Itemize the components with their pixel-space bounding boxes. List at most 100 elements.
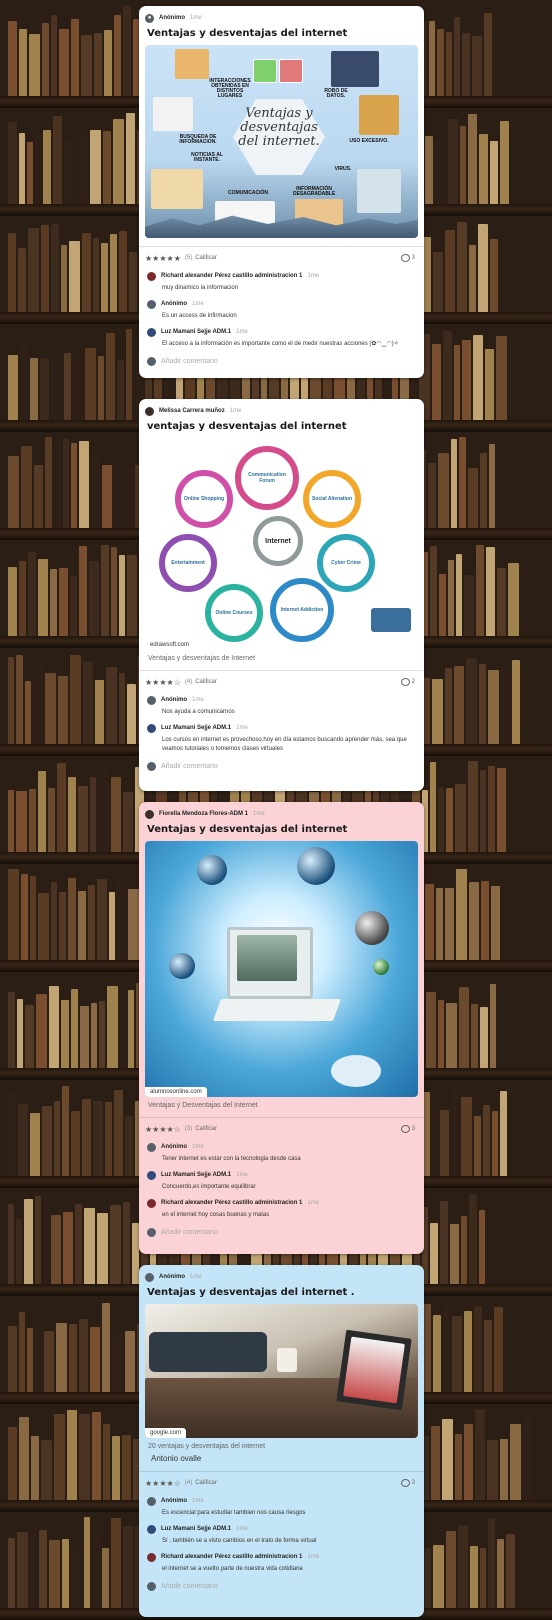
book-spine — [117, 879, 126, 960]
image-source[interactable]: edrawsoft.com — [145, 640, 195, 650]
comment-author[interactable]: Richard alexander Pérez castillo adminis… — [161, 1200, 302, 1206]
image-label: USO EXCESIVO. — [349, 138, 389, 144]
comment-count-value: 3 — [411, 1480, 415, 1486]
rate-button[interactable]: Calificar — [195, 1126, 217, 1132]
comment-time: 1me — [307, 273, 320, 279]
book-spine — [448, 560, 454, 636]
post-image[interactable]: google.com — [145, 1304, 418, 1438]
comment-author[interactable]: Richard alexander Pérez castillo adminis… — [161, 273, 302, 279]
comment-author[interactable]: Anónimo — [161, 301, 187, 307]
star-rating-icon[interactable]: ★★★★★ — [145, 254, 181, 263]
book-spine — [466, 658, 477, 744]
book-spine — [75, 1204, 82, 1284]
post-author[interactable]: Fiorella Mendoza Flores-ADM 1 — [159, 811, 248, 817]
book-spine — [58, 676, 68, 744]
rate-button[interactable]: Calificar — [195, 1480, 217, 1486]
star-rating-icon[interactable]: ★★★★☆ — [145, 1125, 181, 1134]
post-image[interactable]: alumnosonline.com — [145, 841, 418, 1097]
post-card[interactable]: ● Anónimo 1me Ventajas y desventajas del… — [139, 6, 424, 378]
post-header: Anónimo 1me — [145, 1271, 418, 1283]
book-spine — [106, 333, 115, 420]
book-spine — [49, 986, 59, 1068]
user-avatar-icon: ● — [145, 13, 154, 23]
post-card[interactable]: Melissa Carrera muñoz 1me ventajas y des… — [139, 399, 424, 791]
image-label: INTERACCIONES OBTENIDAS EN DISTINTOS LUG… — [209, 78, 251, 99]
book-spine — [489, 444, 495, 528]
comment-author[interactable]: Anónimo — [161, 1144, 187, 1150]
book-spine — [70, 576, 77, 636]
book-spine — [19, 1417, 29, 1500]
book-spine — [49, 1540, 60, 1608]
comment-author[interactable]: Richard alexander Pérez castillo adminis… — [161, 1554, 302, 1560]
book-spine — [28, 552, 36, 636]
book-spine — [455, 1434, 462, 1500]
book-spine — [71, 443, 77, 528]
image-source[interactable]: google.com — [145, 1428, 187, 1438]
book-spine — [442, 1419, 453, 1500]
comment-time: 1me — [192, 1498, 204, 1504]
diagram-node: Cyber Crime — [317, 534, 375, 592]
book-spine — [8, 1092, 16, 1176]
add-comment-button[interactable]: Añadir comentario — [147, 759, 418, 773]
book-spine — [423, 1092, 430, 1176]
user-avatar-icon — [145, 809, 154, 819]
post-card[interactable]: Fiorella Mendoza Flores-ADM 1 1me Ventaj… — [139, 802, 424, 1254]
rate-button[interactable]: Calificar — [195, 679, 217, 685]
comment-author[interactable]: Anónimo — [161, 1498, 187, 1504]
book-spine — [469, 882, 479, 960]
book-spine — [506, 1534, 515, 1608]
image-source[interactable]: alumnosonline.com — [145, 1087, 207, 1097]
comment-author[interactable]: Luz Mamani Sejje ADM.1 — [161, 1526, 231, 1532]
comment-count[interactable]: 3 — [400, 254, 415, 262]
book-spine — [125, 1116, 133, 1176]
book-spine — [464, 1311, 472, 1392]
rating-count: (4) — [184, 679, 193, 685]
book-spine — [30, 876, 36, 960]
globe-icon — [169, 953, 195, 979]
book-spine — [123, 1202, 130, 1284]
add-comment-button[interactable]: Añadir comentario — [147, 1225, 418, 1239]
add-comment-button[interactable]: Añadir comentario — [147, 1579, 418, 1593]
book-spine — [38, 559, 48, 636]
post-author[interactable]: Anónimo — [159, 1274, 185, 1280]
comment-count[interactable]: 3 — [400, 1479, 415, 1487]
comment-count[interactable]: 3 — [400, 1125, 415, 1133]
book-spine — [93, 238, 99, 312]
book-spine — [487, 1440, 498, 1500]
add-comment-button[interactable]: Añadir comentario — [147, 354, 418, 368]
post-image[interactable]: Ventajas y desventajas del internet. INT… — [145, 45, 418, 238]
post-author[interactable]: Melissa Carrera muñoz — [159, 408, 225, 414]
globe-icon — [355, 911, 389, 945]
comment-author[interactable]: Luz Mamani Sejje ADM.1 — [161, 1172, 231, 1178]
post-author[interactable]: Anónimo — [159, 15, 185, 21]
book-spine — [88, 885, 95, 960]
book-spine — [36, 994, 47, 1068]
comment-author[interactable]: Anónimo — [161, 697, 187, 703]
star-rating-icon[interactable]: ★★★★☆ — [145, 1479, 181, 1488]
book-spine — [480, 1007, 488, 1068]
book-spine — [112, 1436, 120, 1500]
comment-author[interactable]: Luz Mamani Sejje ADM.1 — [161, 329, 231, 335]
book-spine — [35, 135, 41, 204]
post-image[interactable]: Internet Communication Forum Social Alie… — [145, 438, 418, 650]
book-spine — [69, 241, 80, 312]
book-spine — [54, 1414, 65, 1500]
star-rating-icon[interactable]: ★★★★☆ — [145, 678, 181, 687]
rating-count: (4) — [184, 1480, 193, 1486]
book-spine — [24, 1199, 33, 1284]
book-spine — [117, 360, 124, 420]
comment-count[interactable]: 2 — [400, 678, 415, 686]
book-spine — [35, 1196, 41, 1284]
book-spine — [97, 879, 107, 960]
book-spine — [454, 345, 460, 420]
comment-time: 1me — [192, 697, 204, 703]
book-spine — [435, 139, 446, 204]
comment-author[interactable]: Luz Mamani Sejje ADM.1 — [161, 725, 231, 731]
rate-button[interactable]: Calificar — [195, 255, 217, 261]
book-spine — [496, 336, 507, 420]
book-spine — [490, 984, 496, 1068]
book-spine — [83, 661, 93, 744]
post-card[interactable]: Anónimo 1me Ventajas y desventajas del i… — [139, 1265, 424, 1617]
book-spine — [8, 1538, 15, 1608]
book-spine — [71, 1546, 82, 1608]
